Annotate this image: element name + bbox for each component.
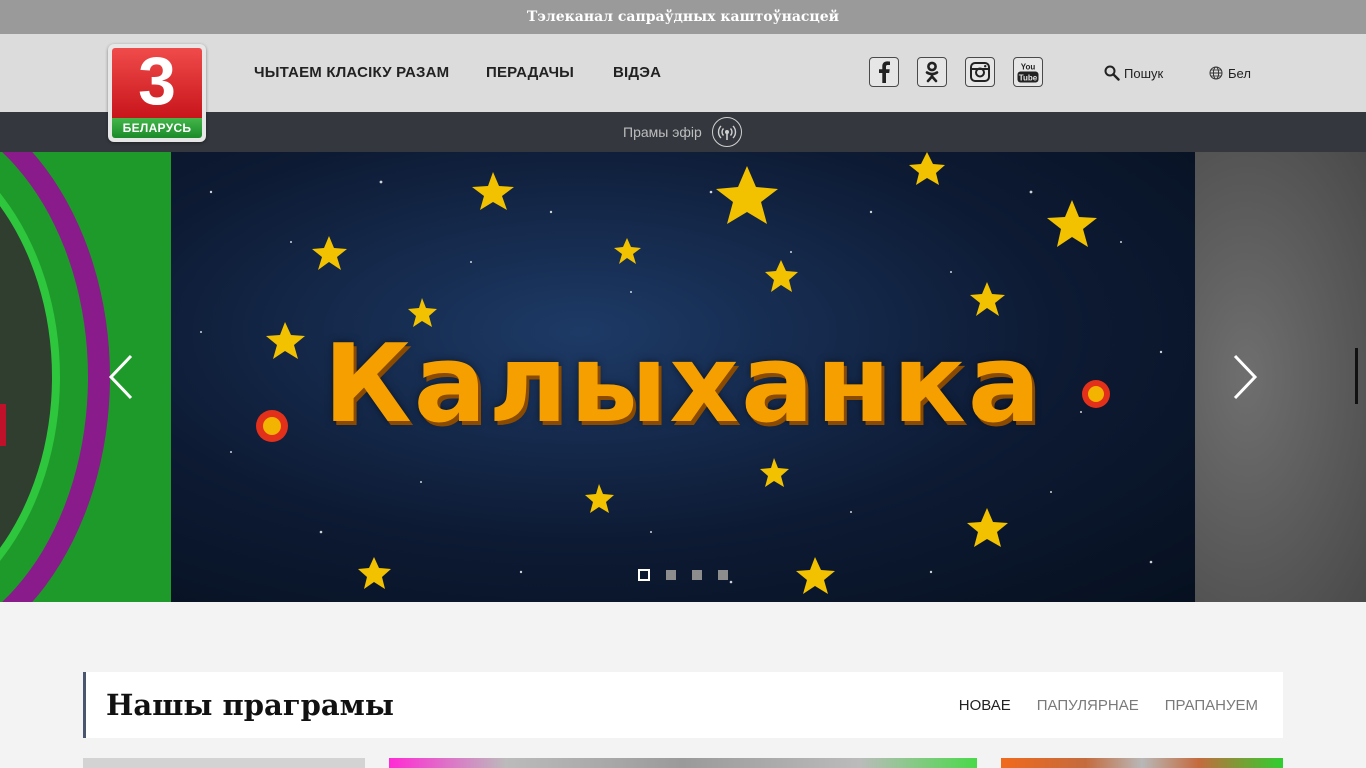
youtube-text-top: You: [1021, 63, 1036, 72]
slider-next-button[interactable]: [1231, 354, 1259, 400]
slider-dot-1[interactable]: [638, 569, 650, 581]
program-card[interactable]: [83, 758, 365, 768]
program-card[interactable]: [1001, 758, 1283, 768]
chevron-left-icon: [108, 354, 133, 400]
slide-preview-next[interactable]: [1195, 152, 1366, 602]
chevron-right-icon: [1233, 354, 1258, 400]
slider-prev-button[interactable]: [107, 354, 135, 400]
facebook-icon[interactable]: [869, 57, 899, 87]
youtube-icon[interactable]: You Tube: [1013, 57, 1043, 87]
channel-logo[interactable]: 3 БЕЛАРУСЬ: [108, 44, 206, 142]
broadcast-icon: [711, 117, 742, 147]
search-button[interactable]: Пошук: [1104, 64, 1163, 82]
section-title: Нашы праграмы: [106, 688, 394, 722]
program-card[interactable]: [389, 758, 977, 768]
tab-new[interactable]: НОВАЕ: [959, 697, 1011, 714]
language-switch[interactable]: Бел: [1209, 64, 1251, 82]
live-label: Прамы эфір: [623, 124, 702, 140]
instagram-icon[interactable]: [965, 57, 995, 87]
youtube-text-bottom: Tube: [1019, 74, 1038, 83]
slide-title: Калыханка: [323, 322, 1043, 447]
slider-dot-2[interactable]: [666, 570, 676, 580]
programs-section-header: Нашы праграмы НОВАЕ ПАПУЛЯРНАЕ ПРАПАНУЕМ: [83, 672, 1283, 738]
hero-slider: Калыханка: [0, 152, 1366, 602]
logo-word: БЕЛАРУСЬ: [122, 121, 192, 135]
top-tagline-bar: Тэлеканал сапраўдных каштоўнасцей: [0, 0, 1366, 34]
nav-item-video[interactable]: ВІДЭА: [613, 34, 661, 112]
programs-tabs: НОВАЕ ПАПУЛЯРНАЕ ПРАПАНУЕМ: [959, 672, 1258, 738]
logo-number: 3: [138, 44, 176, 119]
slider-dot-4[interactable]: [718, 570, 728, 580]
search-icon: [1104, 65, 1120, 81]
language-label: Бел: [1228, 65, 1251, 81]
globe-icon: [1209, 66, 1223, 80]
tab-popular[interactable]: ПАПУЛЯРНАЕ: [1037, 697, 1139, 714]
odnoklassniki-icon[interactable]: [917, 57, 947, 87]
decor-letter: [1355, 348, 1366, 404]
slider-pagination: [638, 569, 728, 581]
nav-item-read-classics[interactable]: ЧЫТАЕМ КЛАСІКУ РАЗАМ: [254, 34, 449, 112]
tagline: Тэлеканал сапраўдных каштоўнасцей: [526, 9, 840, 25]
slide-current[interactable]: Калыханка: [171, 152, 1195, 602]
decor-red-mark: [0, 404, 6, 446]
tab-recommended[interactable]: ПРАПАНУЕМ: [1165, 697, 1258, 714]
slide-preview-prev[interactable]: [0, 152, 171, 602]
live-broadcast-link[interactable]: Прамы эфір: [623, 116, 742, 148]
search-label: Пошук: [1124, 65, 1164, 81]
slider-dot-3[interactable]: [692, 570, 702, 580]
nav-item-programs[interactable]: ПЕРАДАЧЫ: [486, 34, 574, 112]
